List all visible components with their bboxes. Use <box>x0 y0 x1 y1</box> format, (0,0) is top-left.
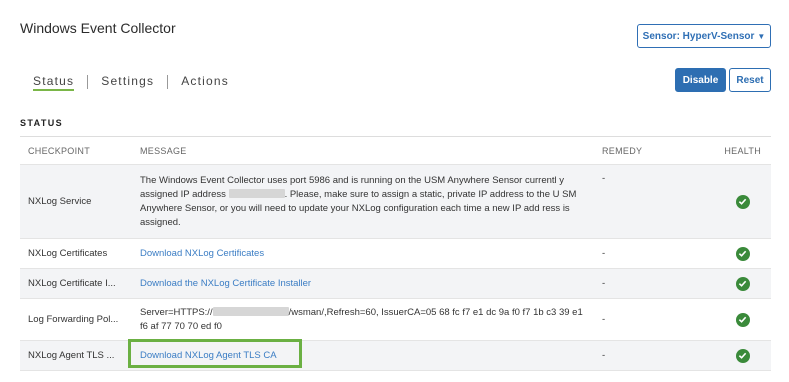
message-text: Server=HTTPS:// <box>140 306 213 318</box>
sensor-dropdown-button[interactable]: Sensor: HyperV-Sensor ▼ <box>637 24 771 48</box>
message-cell: The Windows Event Collector uses port 59… <box>132 174 594 230</box>
checkpoint-cell: Log Forwarding Pol... <box>28 314 119 325</box>
checkpoint-cell: NXLog Certificate I... <box>28 278 116 289</box>
disable-button[interactable]: Disable <box>675 68 726 92</box>
section-title: STATUS <box>20 118 64 128</box>
message-cell: Download NXLog Certificates <box>132 247 594 261</box>
table-row: NXLog Certificate I... Download the NXLo… <box>20 269 771 299</box>
check-circle-icon <box>735 348 750 363</box>
check-circle-icon <box>735 246 750 261</box>
remedy-cell: - <box>602 278 606 289</box>
table-header-row: CHECKPOINT MESSAGE REMEDY HEALTH <box>20 137 771 165</box>
check-circle-icon <box>735 276 750 291</box>
table-row: NXLog Certificates Download NXLog Certif… <box>20 239 771 269</box>
message-cell: Download the NXLog Certificate Installer <box>132 277 594 291</box>
health-cell <box>714 194 771 209</box>
health-cell <box>714 348 771 363</box>
health-cell <box>714 312 771 327</box>
download-nxlog-certificates-link[interactable]: Download NXLog Certificates <box>140 248 264 259</box>
remedy-cell: - <box>602 248 606 259</box>
check-circle-icon <box>735 312 750 327</box>
message-cell: Server=HTTPS:///wsman/,Refresh=60, Issue… <box>132 306 594 334</box>
tab-status[interactable]: Status <box>20 68 87 94</box>
check-circle-icon <box>735 194 750 209</box>
tab-actions[interactable]: Actions <box>168 68 242 94</box>
redacted-ip <box>228 189 285 199</box>
checkpoint-cell: NXLog Service <box>28 196 92 207</box>
download-certificate-installer-link[interactable]: Download the NXLog Certificate Installer <box>140 278 311 289</box>
table-row: Log Forwarding Pol... Server=HTTPS:///ws… <box>20 299 771 341</box>
page-title: Windows Event Collector <box>20 20 176 36</box>
column-header-remedy: REMEDY <box>602 145 643 156</box>
sensor-dropdown-label: Sensor: HyperV-Sensor <box>642 30 755 42</box>
redacted-host <box>212 307 289 317</box>
highlight-box <box>128 339 302 368</box>
remedy-cell: - <box>602 173 606 184</box>
remedy-cell: - <box>602 350 606 361</box>
status-table: CHECKPOINT MESSAGE REMEDY HEALTH NXLog S… <box>20 136 771 371</box>
tab-settings[interactable]: Settings <box>88 68 167 94</box>
column-header-message: MESSAGE <box>140 145 187 156</box>
table-row: NXLog Service The Windows Event Collecto… <box>20 165 771 239</box>
health-cell <box>714 246 771 261</box>
checkpoint-cell: NXLog Certificates <box>28 248 108 259</box>
health-cell <box>714 276 771 291</box>
tab-bar: Status Settings Actions <box>20 68 242 94</box>
column-header-checkpoint: CHECKPOINT <box>28 145 91 156</box>
remedy-cell: - <box>602 314 606 325</box>
reset-button[interactable]: Reset <box>729 68 771 92</box>
column-header-health: HEALTH <box>724 145 761 156</box>
chevron-down-icon: ▼ <box>757 31 766 41</box>
checkpoint-cell: NXLog Agent TLS ... <box>28 350 115 361</box>
